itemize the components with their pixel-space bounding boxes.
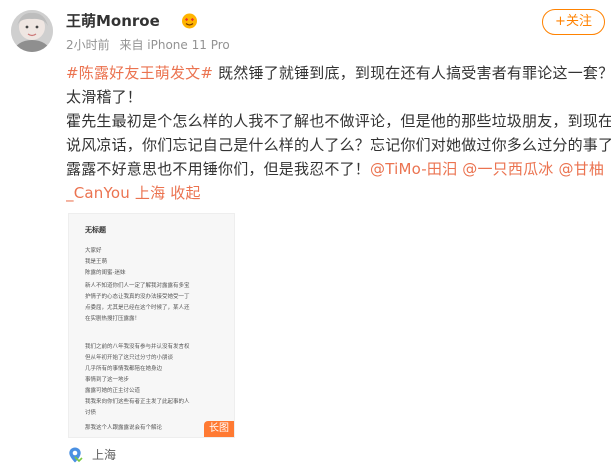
location-pin-icon [66, 446, 84, 464]
image-text-line: 大家好 [85, 248, 102, 254]
text-line: 霍先生最初是个怎么样的人我不了解也不做评论，但是他的那些垃圾朋友，到现在还在 [66, 112, 611, 130]
text-segment: 露露不好意思也不用锤你们，但是我忍不了！ [66, 160, 371, 178]
topic-link[interactable]: #陈露好友王萌发文# [66, 64, 213, 82]
post-time[interactable]: 2小时前 [66, 38, 110, 52]
text-segment: 既然锤了就锤到底，到现在还有人搞受害者有罪论这一套？真的 [213, 64, 611, 82]
follow-button[interactable]: +关注 [542, 9, 605, 35]
mention-link[interactable]: @一只西瓜冰 [462, 160, 553, 178]
location-tag[interactable]: 上海 [66, 445, 216, 465]
image-text-line: 我们之前的八年我没有参与并认没有发言权 [85, 344, 190, 350]
text-line: 太滑稽了！ [66, 88, 143, 106]
image-text-line: 陈露的闺蜜-迷妹 [85, 270, 126, 276]
image-text-line: 点委屈，尤其是已经在这个时候了，某人还 [85, 305, 190, 311]
image-text-line: 我我来向你们这些有者正主发了此起事的人 [85, 399, 190, 405]
post-source: 来自 iPhone 11 Pro [119, 38, 230, 52]
username[interactable]: 王萌Monroe [66, 10, 160, 32]
image-text-line: 事情到了这一地步 [85, 377, 130, 383]
weibo-post: 王萌Monroe 2小时前 来自 iPhone 11 Pro +关注 #陈露好友… [0, 0, 616, 468]
mention-link[interactable]: _CanYou [66, 184, 130, 202]
image-text-line: 我是王萌 [85, 259, 108, 265]
collapse-link[interactable]: 收起 [170, 184, 200, 202]
avatar[interactable] [11, 10, 53, 52]
mention-link[interactable]: @TiMo-田汨 [370, 160, 457, 178]
text-line: #陈露好友王萌发文# 既然锤了就锤到底，到现在还有人搞受害者有罪论这一套？真的 [66, 61, 611, 85]
image-text-line: 护情子的心态让我真的没办法接受她受一丁 [85, 294, 190, 300]
location-link[interactable]: 上海 [135, 184, 165, 202]
text-line: _CanYou 上海 收起 [66, 181, 611, 205]
text-line: 说风凉话，你们忘记自己是什么样的人了么？忘记你们对她做过你多么过分的事了么？ [66, 136, 611, 154]
image-text-line: 那我这个人跟露露说会有个解论 [85, 425, 163, 431]
image-text-line: 讨债 [85, 410, 97, 416]
long-image-badge: 长图 [204, 421, 234, 437]
long-image-thumbnail[interactable]: 无标题 大家好 我是王萌 陈露的闺蜜-迷妹 新人不知道你们人一定了解我对露露有多… [68, 213, 235, 438]
image-text-line: 露露可她的正主讨公道 [85, 388, 141, 394]
image-title: 无标题 [85, 226, 106, 234]
image-text-line: 但从年初开始了这只过分寸的小朋谈 [85, 355, 174, 361]
image-text-line: 新人不知道你们人一定了解我对露露有多宝 [85, 283, 190, 289]
text-line: 露露不好意思也不用锤你们，但是我忍不了！@TiMo-田汨 @一只西瓜冰 @甘柚 [66, 157, 611, 181]
post-text: #陈露好友王萌发文# 既然锤了就锤到底，到现在还有人搞受害者有罪论这一套？真的 … [66, 61, 611, 205]
image-text-line: 在实剧热搜打压露露！ [85, 316, 141, 322]
image-text-line: 几乎所有的事情我都陪在她身边 [85, 366, 163, 372]
location-label: 上海 [92, 448, 117, 462]
mention-link[interactable]: @甘柚 [558, 160, 604, 178]
post-meta: 2小时前 来自 iPhone 11 Pro [66, 37, 236, 53]
vip-heart-eyes-icon [181, 13, 198, 29]
